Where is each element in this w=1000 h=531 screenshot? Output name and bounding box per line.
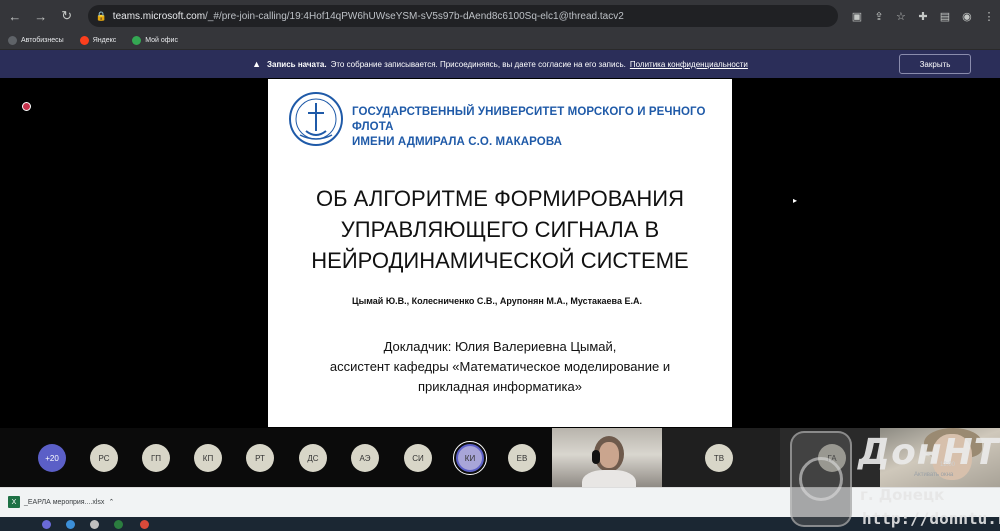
cursor-icon: ▸ (793, 196, 798, 205)
university-name: ГОСУДАРСТВЕННЫЙ УНИВЕРСИТЕТ МОРСКОГО И Р… (352, 106, 706, 148)
bookmark-icon (8, 36, 17, 45)
participant-avatar[interactable]: ДС (299, 444, 327, 472)
extensions-icon[interactable]: ✚ (912, 5, 934, 27)
participant-avatar[interactable]: РТ (246, 444, 274, 472)
watermark-city: г. Донецк (860, 486, 945, 504)
address-path: /_#/pre-join-calling/19:4Hof14qPW6hUWseY… (205, 10, 624, 22)
university-seal-watermark (790, 431, 852, 527)
bookmarks-bar: Автобизнесы Яндекс Мой офис (0, 32, 1000, 50)
address-host: teams.microsoft.com (112, 10, 206, 22)
sidebar-icon[interactable]: ▤ (934, 5, 956, 27)
bookmark-item[interactable]: Автобизнесы (8, 36, 64, 45)
forward-icon[interactable]: → (30, 5, 52, 27)
app-icon[interactable] (66, 520, 75, 529)
app-icon[interactable] (90, 520, 99, 529)
back-icon[interactable]: ← (4, 5, 26, 27)
university-logo (289, 92, 343, 146)
app-icon[interactable] (42, 520, 51, 529)
browser-toolbar: ← → ↻ 🔒 teams.microsoft.com /_#/pre-join… (0, 0, 1000, 32)
headset-mic (592, 450, 600, 464)
profile-icon[interactable]: ◉ (956, 5, 978, 27)
recording-banner: ▲ Запись начата. Это собрание записывает… (0, 50, 1000, 78)
participant-tile[interactable]: ТВ (662, 428, 780, 487)
slide-speaker: Докладчик: Юлия Валериевна Цымай, ассист… (329, 339, 671, 394)
recording-icon (22, 102, 31, 111)
speaking-participant-avatar[interactable]: КИ (453, 441, 487, 475)
watermark-url: http://donntu.ru (862, 509, 1000, 528)
menu-icon[interactable]: ⋮ (978, 5, 1000, 27)
excel-icon: X (8, 496, 20, 508)
participant-video[interactable] (552, 428, 662, 487)
shared-slide: ГОСУДАРСТВЕННЫЙ УНИВЕРСИТЕТ МОРСКОГО И Р… (268, 79, 732, 427)
more-participants-avatar[interactable]: +20 (38, 444, 66, 472)
office-icon (132, 36, 142, 45)
slide-title: ОБ АЛГОРИТМЕ ФОРМИРОВАНИЯ УПРАВЛЯЮЩЕГО С… (311, 186, 689, 273)
star-icon[interactable]: ☆ (890, 5, 912, 27)
chrome-icon[interactable] (140, 520, 149, 529)
banner-title: Запись начата. (267, 59, 327, 69)
participant-avatar[interactable]: СИ (404, 444, 432, 472)
lock-icon: 🔒 (95, 10, 107, 21)
participant-avatar: ТВ (705, 444, 733, 472)
share-icon[interactable]: ⇪ (868, 5, 890, 27)
slide-authors: Цымай Ю.В., Колесниченко С.В., Арупонян … (352, 296, 642, 306)
warning-icon: ▲ (252, 59, 262, 69)
yandex-icon (79, 36, 89, 45)
download-filename: _ЕАРЛА мероприя....xlsx (24, 498, 105, 506)
participant-avatar[interactable]: ЕВ (508, 444, 536, 472)
download-item[interactable]: X _ЕАРЛА мероприя....xlsx ⌃ (8, 496, 114, 508)
close-button[interactable]: Закрыть (899, 54, 971, 74)
address-bar[interactable]: 🔒 teams.microsoft.com /_#/pre-join-calli… (87, 5, 838, 27)
privacy-link[interactable]: Политика конфиденциальности (630, 60, 748, 69)
windows-activation-text: Активать окна (914, 472, 954, 478)
reload-icon[interactable]: ↻ (56, 5, 78, 27)
meeting-stage: ▸ ГОСУДАРСТВЕННЫЙ УНИВЕРСИТЕТ МОРСКОГО И… (0, 78, 1000, 428)
chevron-up-icon[interactable]: ⌃ (108, 498, 114, 506)
bookmark-item[interactable]: Мой офис (132, 36, 178, 45)
banner-message: Это собрание записывается. Присоединяясь… (330, 59, 626, 69)
participant-avatar[interactable]: ГП (142, 444, 170, 472)
participant-avatar[interactable]: АЭ (351, 444, 379, 472)
participant-avatar[interactable]: КП (194, 444, 222, 472)
participant-avatar[interactable]: РС (90, 444, 118, 472)
bookmark-item[interactable]: Яндекс (79, 36, 116, 45)
camera-icon[interactable]: ▣ (846, 5, 868, 27)
app-icon[interactable] (114, 520, 123, 529)
system-clock: 12:00 (940, 462, 956, 468)
watermark-title: ДонНТ (858, 432, 1000, 473)
